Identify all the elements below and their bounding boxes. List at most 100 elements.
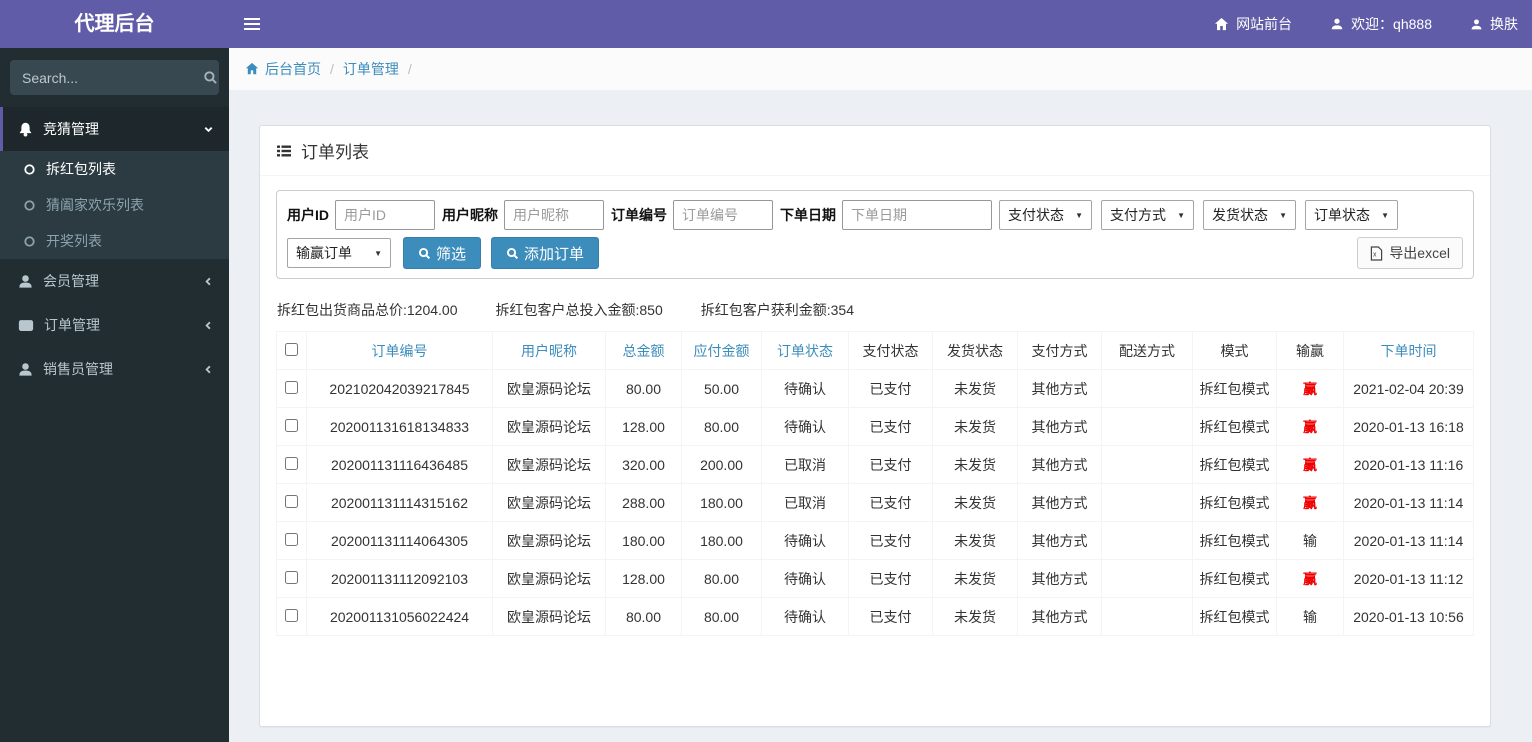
row-checkbox[interactable] (285, 456, 298, 470)
sidebar-item-jingcai[interactable]: 竞猜管理 (0, 107, 229, 151)
cell-order-status: 待确认 (761, 521, 849, 560)
column-header[interactable]: 下单时间 (1343, 331, 1474, 370)
cell-total-amount: 80.00 (605, 597, 682, 636)
sidebar-subitem-label: 猜阖家欢乐列表 (46, 197, 144, 213)
cell-payable-amount: 180.00 (681, 521, 762, 560)
row-checkbox[interactable] (285, 608, 298, 622)
cell-total-amount: 128.00 (605, 407, 682, 446)
cell-order-time: 2020-01-13 11:16 (1343, 445, 1474, 484)
column-header: 发货状态 (932, 331, 1018, 370)
cell-payable-amount: 80.00 (681, 559, 762, 598)
order-date-input[interactable] (842, 200, 992, 230)
row-checkbox[interactable] (285, 532, 298, 546)
row-checkbox[interactable] (285, 494, 298, 508)
nickname-input[interactable] (504, 200, 604, 230)
circle-icon (23, 199, 36, 212)
win-lose-select-value: 输赢订单 (296, 245, 352, 261)
table-row: 202001131114064305 欧皇源码论坛 180.00 180.00 待确认已… (276, 521, 1474, 560)
chevron-down-icon (203, 124, 214, 135)
panel-title: 订单列表 (301, 143, 369, 162)
column-header[interactable]: 订单状态 (761, 331, 849, 370)
sidebar-item-dingdan[interactable]: 订单管理 (0, 303, 229, 347)
cell-ship-status: 未发货 (932, 597, 1018, 636)
user-icon (18, 274, 33, 289)
nav-welcome-link[interactable]: 欢迎：qh888 (1330, 14, 1432, 34)
cell-payable-amount: 80.00 (681, 407, 762, 446)
column-header: 支付方式 (1017, 331, 1102, 370)
sidebar-item-label: 订单管理 (44, 317, 100, 333)
table-row: 202102042039217845 欧皇源码论坛 80.00 50.00 待确认 已支付… (276, 369, 1474, 408)
table-row: 202001131056022424 欧皇源码论坛 80.00 80.00 待确认 已支付… (276, 597, 1474, 636)
cell-order-no: 202001131618134833 (306, 407, 493, 446)
search-icon (418, 247, 431, 260)
breadcrumb-orders-link[interactable]: 订单管理 (343, 59, 399, 79)
breadcrumb-home-link[interactable]: 后台首页 (245, 59, 321, 79)
export-excel-button[interactable]: x 导出excel (1357, 237, 1463, 269)
row-checkbox[interactable] (285, 570, 298, 584)
win-lose-select[interactable]: 输赢订单 ▼ (287, 238, 391, 268)
navbar-main: 网站前台 欢迎：qh888 换肤 (229, 0, 1532, 48)
cell-order-no: 202001131114315162 (306, 483, 493, 522)
row-checkbox[interactable] (285, 380, 298, 394)
sidebar-item-kaijiang[interactable]: 开奖列表 (0, 223, 229, 259)
filter-row-2: 输赢订单 ▼ 筛选 添加订单 x 导出excel (287, 237, 1463, 269)
pay-method-select[interactable]: 支付方式 ▼ (1101, 200, 1194, 230)
nav-site-front-link[interactable]: 网站前台 (1214, 14, 1292, 34)
column-header[interactable]: 总金额 (605, 331, 682, 370)
order-no-input[interactable] (673, 200, 773, 230)
nav-change-skin-link[interactable]: 换肤 (1470, 14, 1518, 34)
card-icon (18, 318, 34, 333)
bell-icon (18, 122, 33, 137)
search-icon[interactable] (203, 70, 218, 85)
cell-ship-status: 未发货 (932, 521, 1018, 560)
sidebar-item-chaihongbao[interactable]: 拆红包列表 (0, 151, 229, 187)
cell-ship-status: 未发货 (932, 483, 1018, 522)
filter-group-user-id: 用户ID (287, 200, 435, 230)
app-logo[interactable]: 代理后台 (0, 0, 229, 48)
summary-item: 拆红包客户总投入金额:850 (495, 302, 663, 318)
order-status-select[interactable]: 订单状态 ▼ (1305, 200, 1398, 230)
cell-order-no: 202001131116436485 (306, 445, 493, 484)
sidebar-item-xiaoshouyuan[interactable]: 销售员管理 (0, 347, 229, 391)
breadcrumb-orders-label: 订单管理 (342, 61, 399, 77)
cell-win-lose: 赢 (1276, 559, 1344, 598)
select-all-checkbox[interactable] (285, 342, 298, 356)
pay-status-select[interactable]: 支付状态 ▼ (999, 200, 1092, 230)
sidebar-item-caihejia[interactable]: 猜阖家欢乐列表 (0, 187, 229, 223)
chevron-left-icon (203, 364, 214, 375)
cell-delivery-method (1101, 445, 1193, 484)
ship-status-select[interactable]: 发货状态 ▼ (1203, 200, 1296, 230)
row-select-cell (276, 597, 307, 636)
column-header[interactable]: 用户昵称 (492, 331, 606, 370)
cell-order-status: 待确认 (761, 559, 849, 598)
table-row: 202001131112092103 欧皇源码论坛 128.00 80.00 待确认 已支… (276, 559, 1474, 598)
filter-row-1: 用户ID 用户昵称 订单编号 下单日期 (287, 200, 1463, 230)
top-navbar: 代理后台 网站前台 欢迎：qh888 换肤 (0, 0, 1532, 48)
home-icon (1214, 17, 1229, 32)
user-icon (18, 362, 33, 377)
cell-pay-status: 已支付 (848, 559, 933, 598)
filter-group-order-date: 下单日期 (780, 200, 992, 230)
filter-button[interactable]: 筛选 (403, 237, 482, 269)
user-id-input[interactable] (335, 200, 435, 230)
cell-pay-method: 其他方式 (1017, 559, 1102, 598)
cell-delivery-method (1101, 369, 1193, 408)
search-input[interactable] (22, 69, 203, 86)
nickname-label: 用户昵称 (442, 207, 498, 223)
column-header[interactable]: 应付金额 (681, 331, 762, 370)
sidebar-item-huiyuan[interactable]: 会员管理 (0, 259, 229, 303)
navbar-links: 网站前台 欢迎：qh888 换肤 (1214, 14, 1518, 34)
user-icon (1470, 18, 1483, 31)
add-order-button[interactable]: 添加订单 (491, 237, 600, 269)
home-icon (245, 62, 259, 76)
column-header[interactable]: 订单编号 (306, 331, 493, 370)
sidebar-toggle-button[interactable] (229, 0, 275, 48)
cell-delivery-method (1101, 521, 1193, 560)
cell-order-status: 待确认 (761, 407, 849, 446)
cell-pay-status: 已支付 (848, 597, 933, 636)
cell-order-no: 202001131112092103 (306, 559, 493, 598)
cell-win-lose: 赢 (1276, 445, 1344, 484)
row-select-cell (276, 559, 307, 598)
row-checkbox[interactable] (285, 418, 298, 432)
summary-item: 拆红包客户获利金额:354 (700, 302, 854, 318)
